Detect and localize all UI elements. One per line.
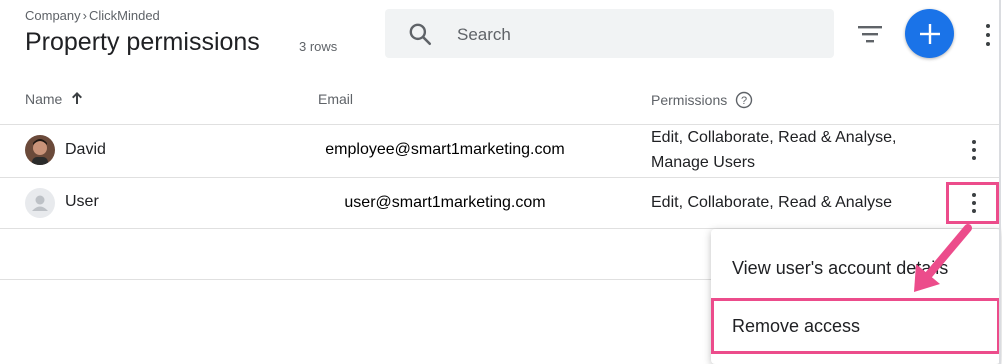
help-circle-icon[interactable]: ? — [735, 91, 753, 109]
svg-text:?: ? — [741, 95, 747, 107]
row-menu-icon[interactable] — [966, 140, 982, 160]
default-person-icon — [25, 188, 55, 218]
column-header-permissions[interactable]: Permissions ? — [651, 91, 753, 109]
more-vert-icon[interactable] — [980, 24, 996, 46]
breadcrumb-item-company[interactable]: Company — [25, 8, 81, 23]
user-name: David — [65, 141, 106, 158]
user-email: user@smart1marketing.com — [344, 194, 546, 211]
divider — [0, 279, 711, 280]
filter-icon[interactable] — [856, 22, 884, 46]
column-header-name[interactable]: Name — [25, 91, 84, 107]
row-menu-icon[interactable] — [966, 193, 982, 213]
divider — [0, 177, 1000, 178]
user-permissions: Edit, Collaborate, Read & Analyse, Manag… — [651, 129, 897, 171]
column-header-email[interactable]: Email — [318, 91, 353, 107]
search-bar[interactable] — [385, 9, 834, 58]
annotation-arrow — [914, 224, 972, 292]
breadcrumb: Company › ClickMinded — [25, 8, 160, 23]
page-title: Property permissions — [25, 28, 260, 56]
sort-ascending-icon[interactable] — [70, 91, 84, 105]
user-email: employee@smart1marketing.com — [325, 141, 565, 158]
plus-icon — [919, 23, 940, 44]
avatar — [25, 135, 55, 165]
breadcrumb-separator: › — [82, 8, 87, 23]
add-user-button[interactable] — [905, 9, 954, 58]
breadcrumb-item-property[interactable]: ClickMinded — [89, 8, 160, 23]
user-permissions: Edit, Collaborate, Read & Analyse — [651, 194, 893, 211]
search-input[interactable] — [455, 21, 819, 49]
panel-edge — [999, 0, 1001, 364]
menu-item-remove-access[interactable]: Remove access — [711, 298, 1000, 354]
user-name: User — [65, 193, 99, 210]
search-icon — [409, 23, 432, 46]
row-count: 3 rows — [299, 39, 338, 54]
